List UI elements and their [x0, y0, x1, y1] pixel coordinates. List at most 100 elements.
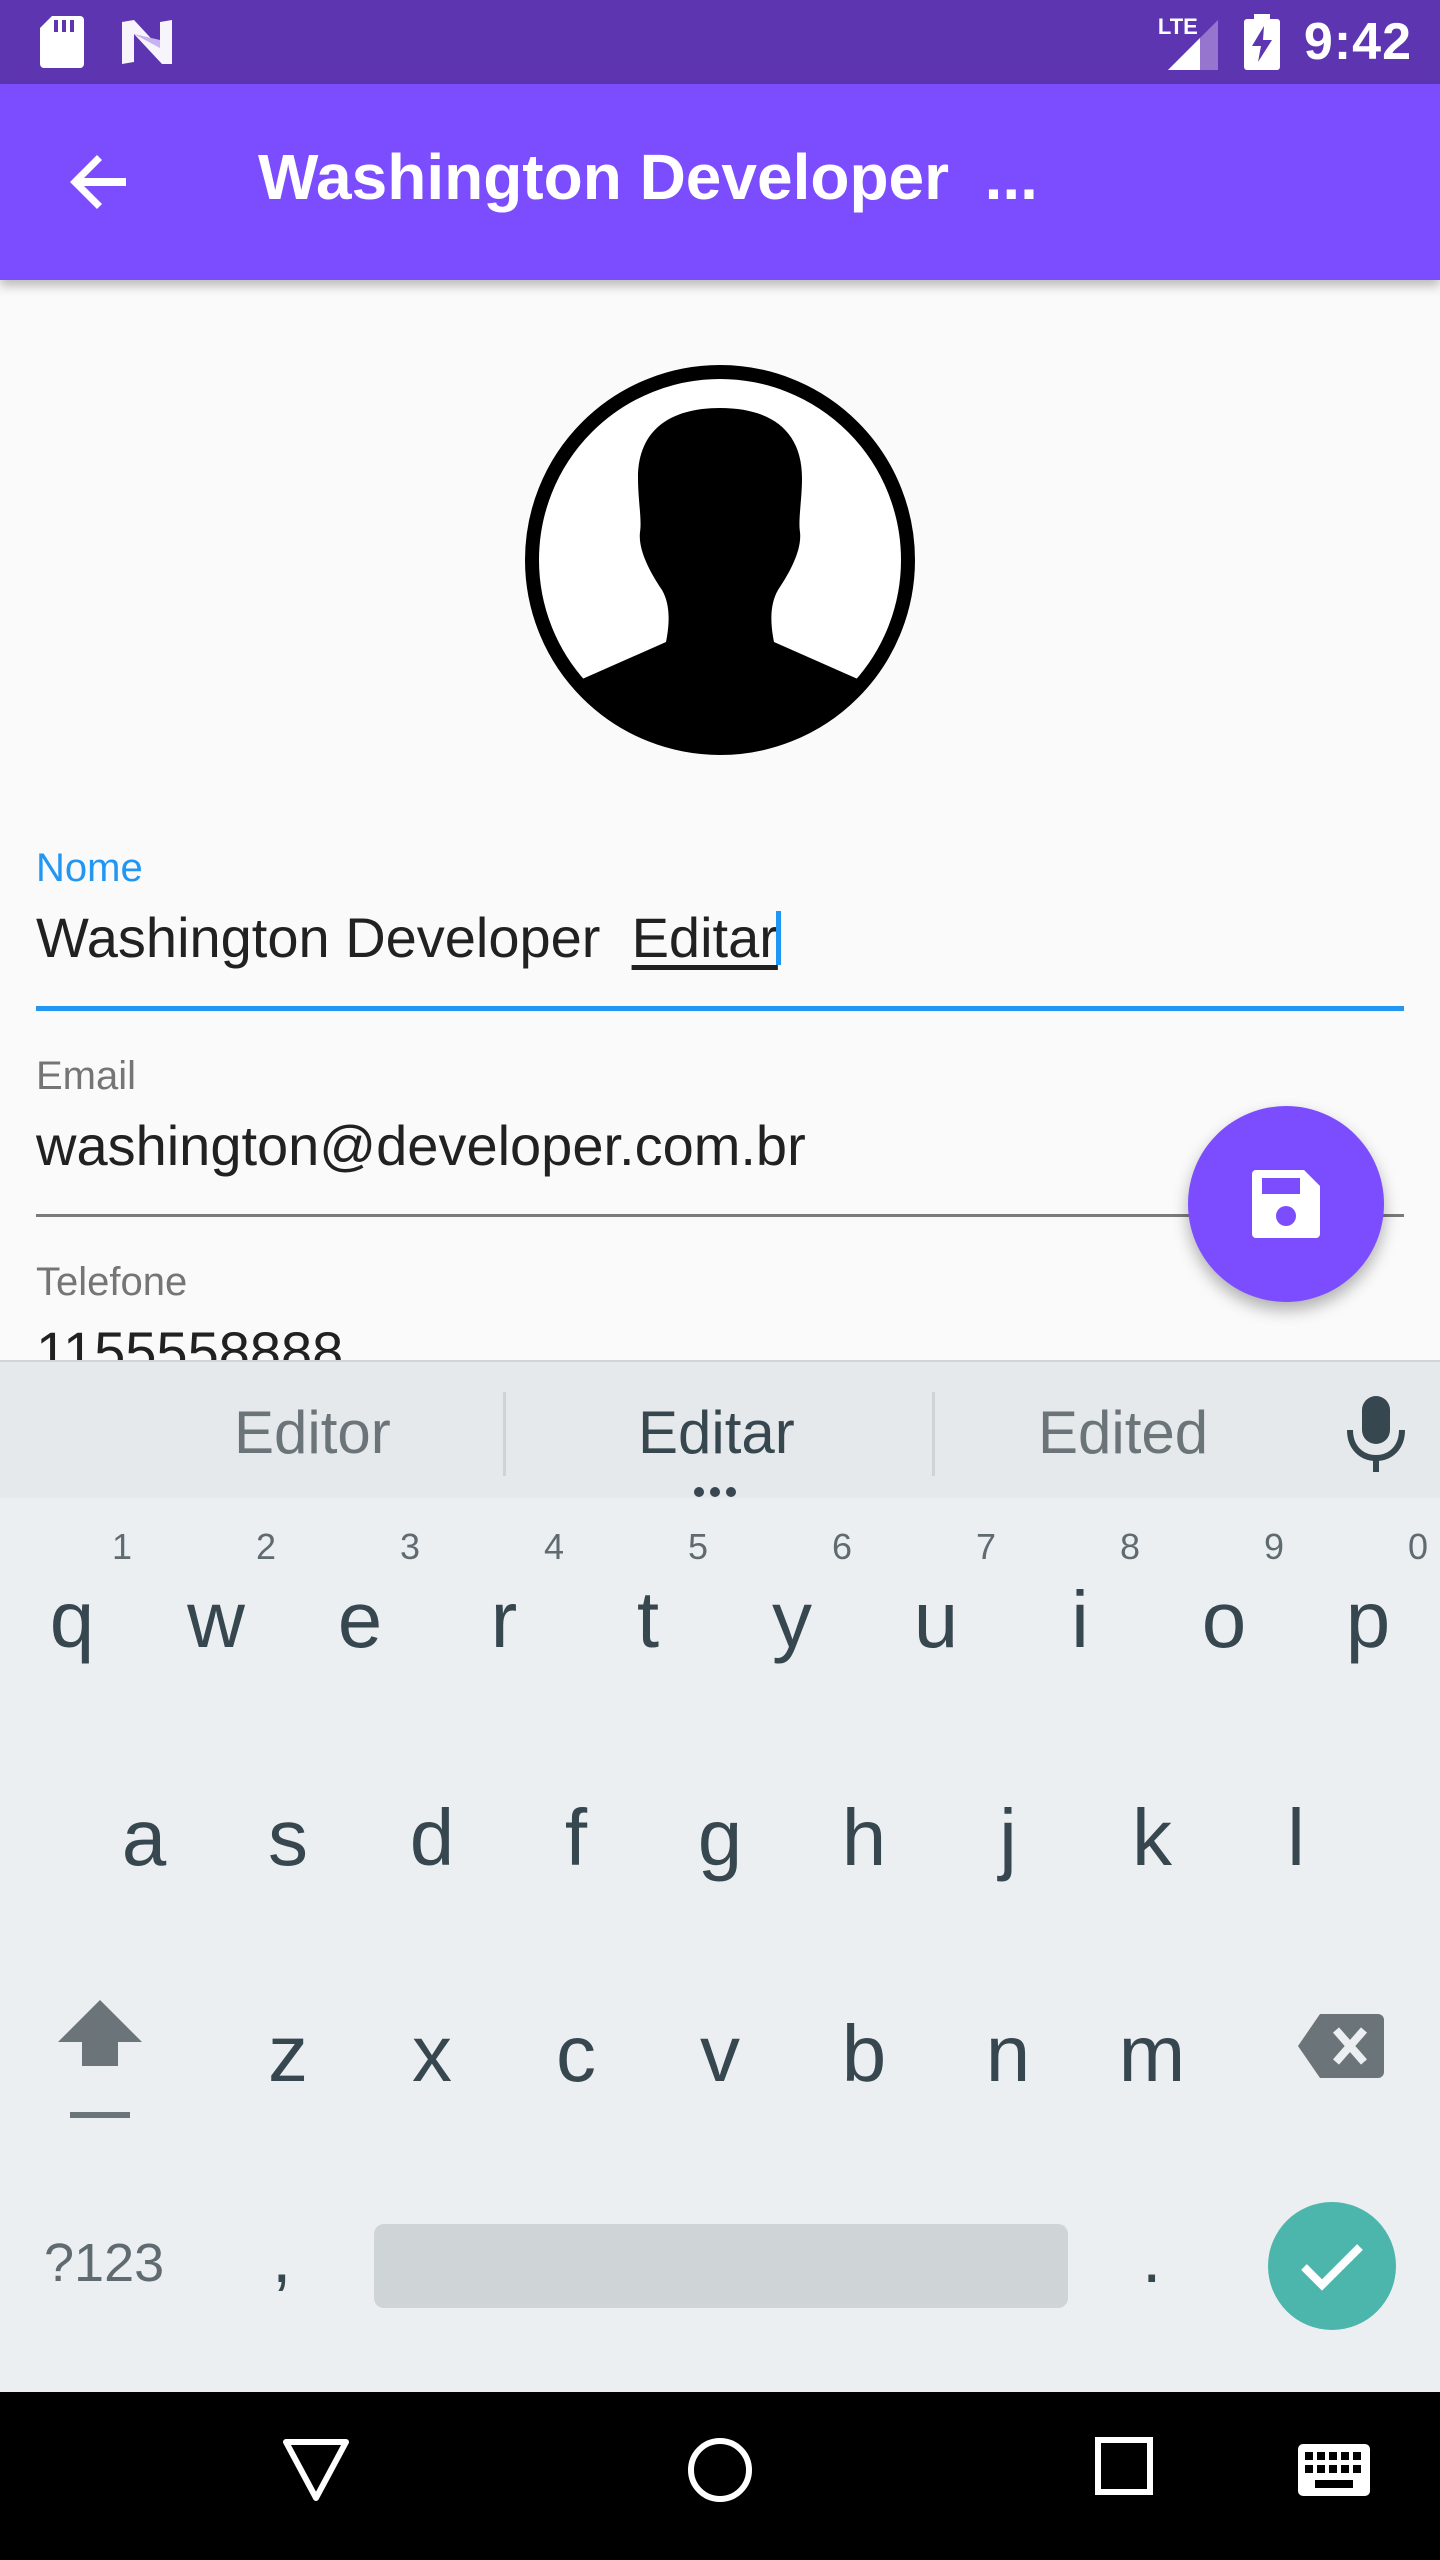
sd-card-icon — [40, 16, 84, 68]
key-a[interactable]: a — [72, 1726, 216, 1926]
key-g[interactable]: g — [648, 1726, 792, 1926]
save-button[interactable] — [1188, 1106, 1384, 1302]
key-m[interactable]: m — [1080, 1942, 1224, 2142]
comma-key[interactable]: , — [272, 2218, 291, 2298]
key-j[interactable]: j — [936, 1726, 1080, 1926]
battery-charging-icon — [1243, 14, 1280, 70]
nome-value: Washington Developer — [36, 906, 632, 969]
key-label: z — [268, 2009, 308, 2098]
key-hint-7: 7 — [975, 1526, 996, 1567]
key-q[interactable]: 1q — [0, 1508, 144, 1708]
key-r[interactable]: 4r — [432, 1508, 576, 1708]
key-label: f — [564, 1793, 588, 1882]
suggestion-2[interactable]: Editar — [638, 1398, 795, 1467]
key-label: n — [985, 2009, 1031, 2098]
key-label: h — [841, 1793, 887, 1882]
nome-input[interactable]: Washington Developer Editar — [36, 905, 1404, 970]
nome-label: Nome — [36, 846, 143, 890]
key-hint-0: 0 — [1407, 1526, 1428, 1567]
key-label: x — [412, 2009, 452, 2098]
shift-icon[interactable] — [56, 2000, 144, 2120]
suggestion-3[interactable]: Edited — [1038, 1398, 1208, 1467]
period-key[interactable]: . — [1142, 2218, 1161, 2298]
key-label: s — [268, 1793, 308, 1882]
recents-square-icon[interactable] — [1094, 2436, 1154, 2496]
nome-field[interactable]: Nome Washington Developer Editar — [36, 846, 1404, 1016]
keyboard-icon[interactable] — [1298, 2444, 1370, 2496]
key-label: a — [121, 1793, 167, 1882]
home-circle-icon[interactable] — [686, 2436, 754, 2504]
key-i[interactable]: 8i — [1008, 1508, 1152, 1708]
n-icon — [122, 20, 172, 64]
key-hint-6: 6 — [831, 1526, 852, 1567]
key-z[interactable]: z — [216, 1942, 360, 2142]
key-t[interactable]: 5t — [576, 1508, 720, 1708]
key-f[interactable]: f — [504, 1726, 648, 1926]
telefone-field[interactable]: Telefone 1155558888 — [36, 1260, 1404, 1360]
symbols-key[interactable]: ?123 — [44, 2232, 164, 2294]
soft-keyboard: Editor Editar Edited 1q2w3e4r5t6y7u8i9o0… — [0, 1360, 1440, 2392]
key-label: l — [1287, 1793, 1305, 1882]
key-hint-2: 2 — [255, 1526, 276, 1567]
avatar-icon[interactable] — [520, 360, 920, 760]
key-label: q — [49, 1575, 95, 1664]
key-e[interactable]: 3e — [288, 1508, 432, 1708]
key-label: u — [913, 1575, 959, 1664]
key-label: p — [1345, 1575, 1391, 1664]
key-h[interactable]: h — [792, 1726, 936, 1926]
key-l[interactable]: l — [1224, 1726, 1368, 1926]
key-label: o — [1201, 1575, 1247, 1664]
signal-icon — [1167, 20, 1218, 70]
key-s[interactable]: s — [216, 1726, 360, 1926]
status-bar: LTE 9:42 — [0, 0, 1440, 84]
suggestion-1[interactable]: Editor — [234, 1398, 391, 1467]
key-n[interactable]: n — [936, 1942, 1080, 2142]
key-label: g — [697, 1793, 743, 1882]
key-c[interactable]: c — [504, 1942, 648, 2142]
key-hint-3: 3 — [399, 1526, 420, 1567]
key-label: v — [700, 2009, 740, 2098]
key-label: d — [409, 1793, 455, 1882]
key-x[interactable]: x — [360, 1942, 504, 2142]
space-key[interactable] — [374, 2224, 1068, 2308]
key-label: b — [841, 2009, 887, 2098]
status-time: 9:42 — [1303, 13, 1412, 71]
suggestion-divider — [503, 1392, 506, 1476]
backspace-icon[interactable] — [1298, 2014, 1384, 2078]
key-label: e — [337, 1575, 383, 1664]
enter-key[interactable] — [1268, 2202, 1396, 2330]
back-triangle-icon[interactable] — [282, 2436, 350, 2504]
telefone-input[interactable]: 1155558888 — [36, 1319, 1404, 1360]
suggestion-divider — [932, 1392, 935, 1476]
email-label: Email — [36, 1054, 137, 1098]
key-v[interactable]: v — [648, 1942, 792, 2142]
app-bar: Washington Developer ... — [0, 84, 1440, 280]
key-y[interactable]: 6y — [720, 1508, 864, 1708]
key-u[interactable]: 7u — [864, 1508, 1008, 1708]
key-d[interactable]: d — [360, 1726, 504, 1926]
arrow-back-icon[interactable] — [60, 142, 140, 222]
telefone-label: Telefone — [36, 1260, 188, 1304]
key-label: j — [999, 1793, 1017, 1882]
key-w[interactable]: 2w — [144, 1508, 288, 1708]
more-suggestions-icon[interactable] — [694, 1484, 746, 1497]
check-icon — [1301, 2244, 1363, 2291]
key-hint-8: 8 — [1119, 1526, 1140, 1567]
navigation-bar — [0, 2392, 1440, 2560]
text-caret — [775, 911, 781, 965]
key-hint-9: 9 — [1263, 1526, 1284, 1567]
key-b[interactable]: b — [792, 1942, 936, 2142]
save-icon — [1252, 1170, 1320, 1238]
nome-composing-word: Editar — [631, 906, 778, 969]
microphone-icon[interactable] — [1346, 1396, 1406, 1472]
key-label: k — [1132, 1793, 1172, 1882]
key-hint-1: 1 — [111, 1526, 132, 1567]
key-k[interactable]: k — [1080, 1726, 1224, 1926]
key-label: y — [772, 1575, 812, 1664]
key-label: w — [187, 1575, 245, 1664]
key-p[interactable]: 0p — [1296, 1508, 1440, 1708]
page-title: Washington Developer ... — [258, 141, 1038, 213]
key-label: r — [490, 1575, 518, 1664]
key-hint-5: 5 — [687, 1526, 708, 1567]
key-o[interactable]: 9o — [1152, 1508, 1296, 1708]
